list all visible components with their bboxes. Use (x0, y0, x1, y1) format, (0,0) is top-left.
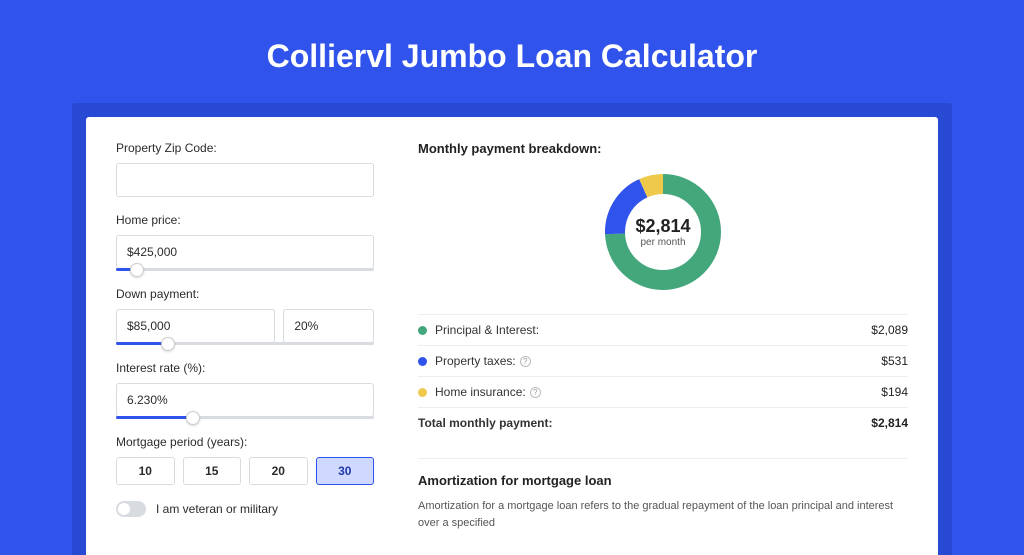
legend-dot (418, 326, 427, 335)
home-price-field: Home price: (116, 213, 374, 271)
amortization-text: Amortization for a mortgage loan refers … (418, 498, 908, 531)
donut-center-sub: per month (640, 237, 685, 248)
down-payment-amount-input[interactable] (116, 309, 275, 343)
slider-thumb[interactable] (130, 263, 144, 277)
breakdown-row: Property taxes:? $531 (418, 345, 908, 376)
donut-chart-wrap: $2,814 per month (418, 168, 908, 296)
zip-field: Property Zip Code: (116, 141, 374, 197)
total-amount: $2,814 (871, 416, 908, 430)
calculator-card: Property Zip Code: Home price: Down paym… (86, 117, 938, 555)
home-price-input[interactable] (116, 235, 374, 269)
breakdown-label: Home insurance: (435, 385, 526, 399)
zip-input[interactable] (116, 163, 374, 197)
inset-band: Property Zip Code: Home price: Down paym… (72, 103, 952, 555)
interest-rate-field: Interest rate (%): (116, 361, 374, 419)
down-payment-field: Down payment: (116, 287, 374, 345)
down-payment-slider[interactable] (116, 342, 374, 345)
total-label: Total monthly payment: (418, 416, 552, 430)
breakdown-title: Monthly payment breakdown: (418, 141, 908, 156)
breakdown-column: Monthly payment breakdown: $2,814 per mo… (418, 141, 908, 531)
home-price-label: Home price: (116, 213, 374, 227)
veteran-toggle[interactable] (116, 501, 146, 517)
down-payment-label: Down payment: (116, 287, 374, 301)
breakdown-amount: $2,089 (871, 323, 908, 337)
donut-chart: $2,814 per month (599, 168, 727, 296)
info-icon[interactable]: ? (530, 387, 541, 398)
breakdown-amount: $531 (881, 354, 908, 368)
page-title: Colliervl Jumbo Loan Calculator (0, 0, 1024, 103)
legend-dot (418, 357, 427, 366)
slider-thumb[interactable] (186, 411, 200, 425)
slider-thumb[interactable] (161, 337, 175, 351)
breakdown-label: Principal & Interest: (435, 323, 539, 337)
period-button-30[interactable]: 30 (316, 457, 375, 485)
breakdown-row: Home insurance:? $194 (418, 376, 908, 407)
zip-label: Property Zip Code: (116, 141, 374, 155)
home-price-slider[interactable] (116, 268, 374, 271)
breakdown-amount: $194 (881, 385, 908, 399)
info-icon[interactable]: ? (520, 356, 531, 367)
interest-rate-input[interactable] (116, 383, 374, 417)
down-payment-percent-input[interactable] (283, 309, 374, 343)
period-button-15[interactable]: 15 (183, 457, 242, 485)
legend-dot (418, 388, 427, 397)
interest-rate-label: Interest rate (%): (116, 361, 374, 375)
total-row: Total monthly payment: $2,814 (418, 407, 908, 438)
period-button-10[interactable]: 10 (116, 457, 175, 485)
period-button-20[interactable]: 20 (249, 457, 308, 485)
veteran-label: I am veteran or military (156, 502, 278, 516)
amortization-title: Amortization for mortgage loan (418, 458, 908, 488)
interest-rate-slider[interactable] (116, 416, 374, 419)
breakdown-row: Principal & Interest: $2,089 (418, 314, 908, 345)
donut-center-value: $2,814 (635, 216, 690, 237)
mortgage-period-field: Mortgage period (years): 10 1520 30 (116, 435, 374, 485)
breakdown-label: Property taxes: (435, 354, 516, 368)
mortgage-period-label: Mortgage period (years): (116, 435, 374, 449)
form-column: Property Zip Code: Home price: Down paym… (116, 141, 374, 531)
veteran-toggle-row: I am veteran or military (116, 501, 374, 517)
